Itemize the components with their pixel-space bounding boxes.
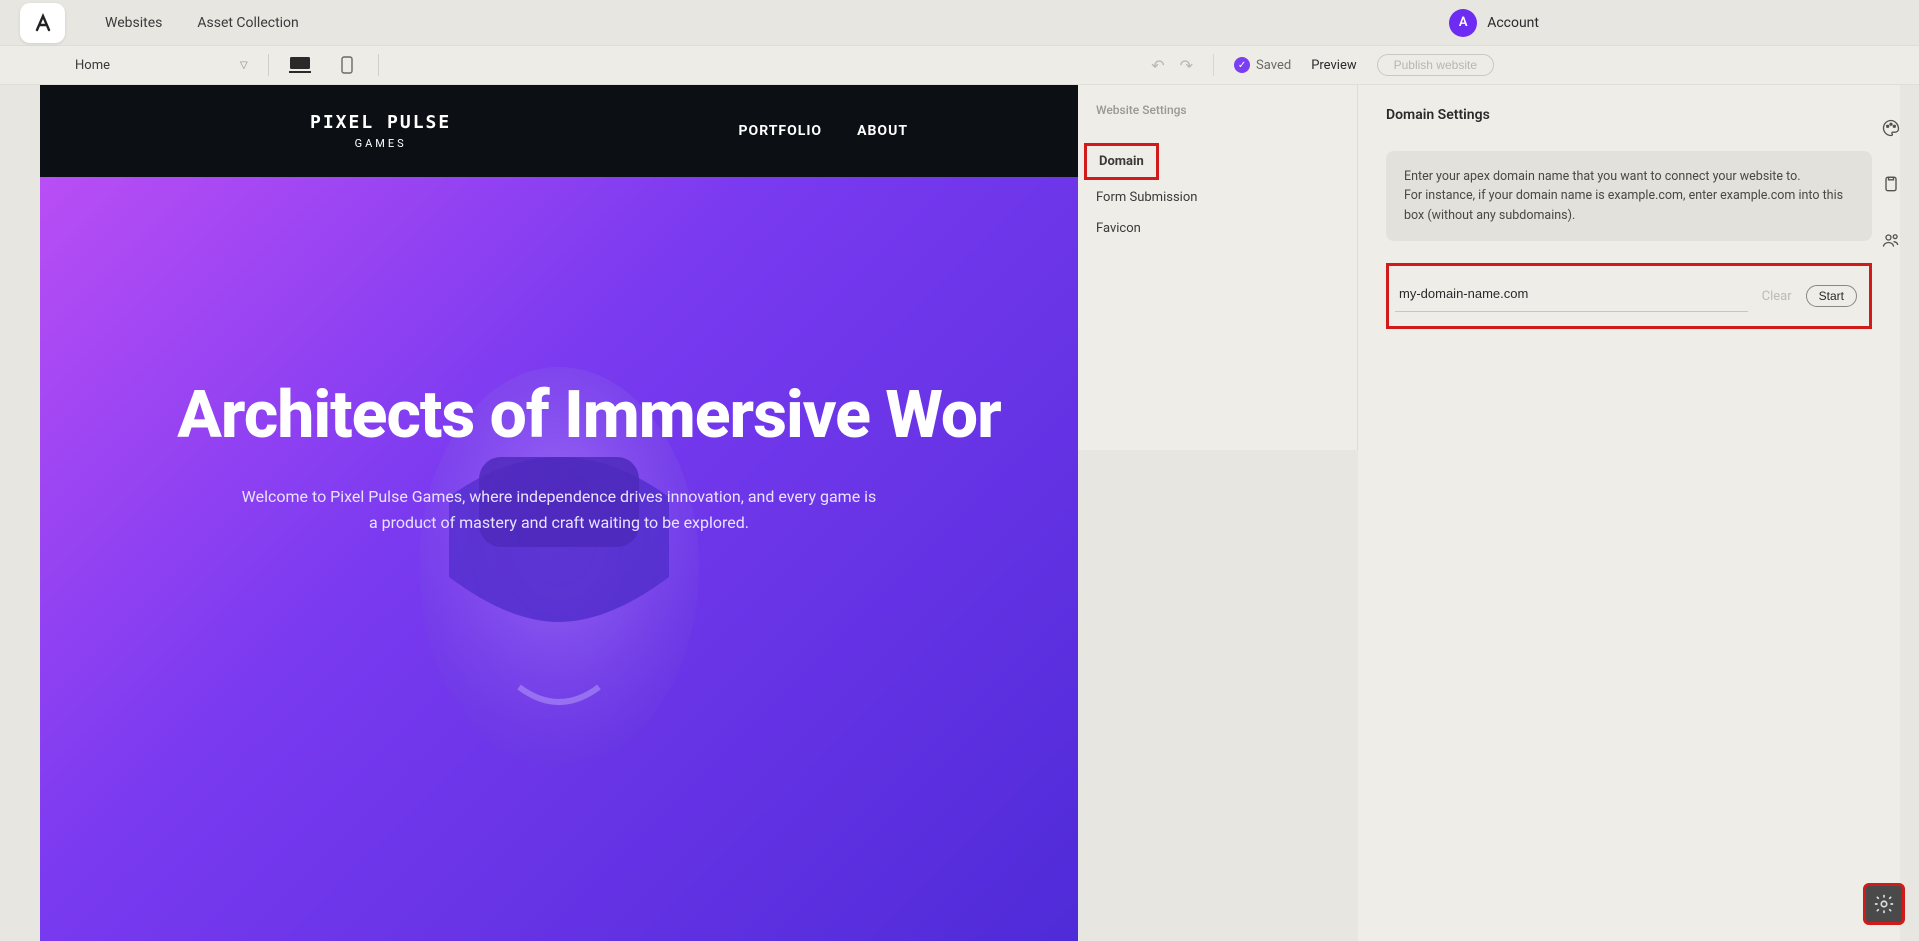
- domain-input[interactable]: [1395, 280, 1748, 312]
- settings-gear-button[interactable]: [1863, 883, 1905, 925]
- divider: [378, 54, 379, 76]
- topbar: Websites Asset Collection A Account: [0, 0, 1919, 45]
- domain-info-box: Enter your apex domain name that you wan…: [1386, 151, 1872, 241]
- domain-info-line1: Enter your apex domain name that you wan…: [1404, 167, 1854, 186]
- site-nav-portfolio[interactable]: PORTFOLIO: [739, 123, 823, 139]
- domain-input-row: Clear Start: [1386, 263, 1872, 329]
- redo-icon[interactable]: ↷: [1180, 56, 1193, 75]
- check-icon: [1234, 57, 1250, 73]
- start-button[interactable]: Start: [1806, 285, 1857, 307]
- account-link[interactable]: Account: [1487, 15, 1539, 31]
- people-icon[interactable]: [1878, 227, 1904, 253]
- chevron-down-icon: ▽: [240, 60, 248, 71]
- site-nav-about[interactable]: ABOUT: [857, 123, 908, 139]
- main-area: PIXEL PULSE GAMES PORTFOLIO ABOUT: [0, 85, 1919, 941]
- save-status: Saved: [1234, 57, 1291, 73]
- avatar[interactable]: A: [1449, 9, 1477, 37]
- site-logo: PIXEL PULSE GAMES: [310, 112, 451, 150]
- device-desktop-icon[interactable]: [289, 57, 311, 73]
- saved-label: Saved: [1256, 58, 1291, 73]
- clipboard-icon[interactable]: [1878, 171, 1904, 197]
- hero-title: Architects of Immersive Wor: [177, 377, 1000, 454]
- settings-item-domain[interactable]: Domain: [1084, 143, 1159, 180]
- device-mobile-icon[interactable]: [336, 57, 358, 73]
- nav-websites[interactable]: Websites: [105, 15, 162, 31]
- website-settings-sidebar: Website Settings Domain Form Submission …: [1078, 85, 1358, 450]
- undo-icon[interactable]: ↶: [1151, 56, 1164, 75]
- clear-button[interactable]: Clear: [1762, 289, 1792, 304]
- site-nav: PORTFOLIO ABOUT: [739, 123, 908, 139]
- domain-panel-title: Domain Settings: [1386, 107, 1872, 123]
- page-selector-label: Home: [75, 58, 110, 73]
- settings-item-form-submission[interactable]: Form Submission: [1096, 182, 1357, 213]
- website-canvas: PIXEL PULSE GAMES PORTFOLIO ABOUT: [40, 85, 1078, 941]
- preview-button[interactable]: Preview: [1311, 58, 1356, 73]
- site-header: PIXEL PULSE GAMES PORTFOLIO ABOUT: [40, 85, 1078, 177]
- settings-sidebar-title: Website Settings: [1096, 103, 1357, 117]
- publish-button[interactable]: Publish website: [1377, 54, 1494, 76]
- page-selector[interactable]: Home ▽: [75, 54, 248, 77]
- nav-asset-collection[interactable]: Asset Collection: [197, 15, 298, 31]
- divider: [268, 54, 269, 76]
- editor-toolbar: Home ▽ ↶ ↷ Saved Preview Publish website: [0, 45, 1919, 85]
- app-logo[interactable]: [20, 3, 65, 43]
- hero-subtitle: Welcome to Pixel Pulse Games, where inde…: [239, 484, 879, 535]
- palette-icon[interactable]: [1878, 115, 1904, 141]
- domain-settings-panel: Domain Settings Enter your apex domain n…: [1358, 85, 1900, 941]
- site-logo-line2: GAMES: [310, 137, 451, 150]
- right-icon-rail: [1863, 85, 1919, 941]
- hero-section: Architects of Immersive Wor Welcome to P…: [40, 177, 1078, 941]
- settings-item-favicon[interactable]: Favicon: [1096, 213, 1357, 244]
- site-logo-line1: PIXEL PULSE: [310, 112, 451, 133]
- domain-info-line2: For instance, if your domain name is exa…: [1404, 186, 1854, 225]
- divider: [1213, 54, 1214, 76]
